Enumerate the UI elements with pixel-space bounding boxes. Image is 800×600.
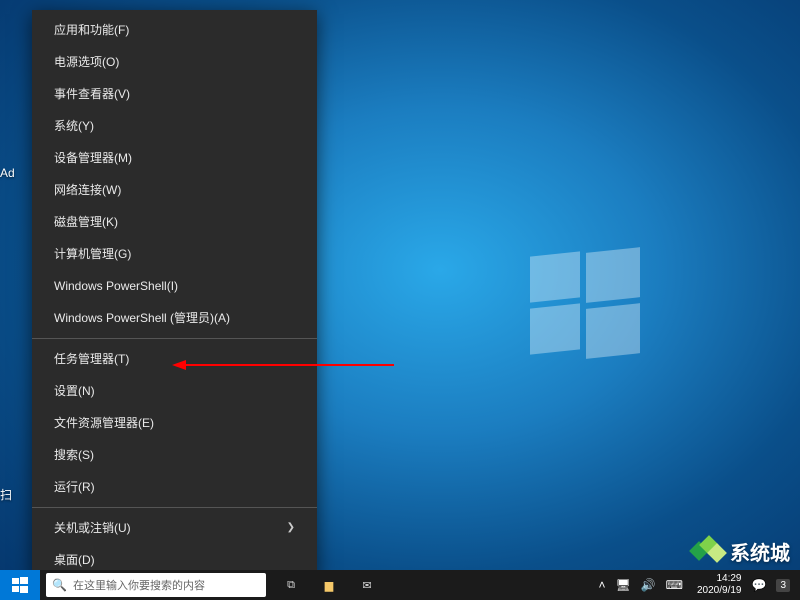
search-placeholder: 在这里输入你要搜索的内容 (73, 577, 205, 593)
watermark-text: 系统城 (730, 537, 790, 566)
taskbar-app-mail[interactable]: ✉ (348, 570, 386, 600)
menu-device-manager[interactable]: 设备管理器(M) (32, 142, 317, 174)
menu-label: 应用和功能(F) (54, 22, 129, 38)
tray-network-icon[interactable]: 🖥 (615, 578, 630, 592)
clock-time: 14:29 (697, 573, 742, 585)
taskbar-tray: ˄ 🖥 🔊 ⌨ 14:29 2020/9/19 💬 3 (598, 570, 800, 600)
menu-label: 计算机管理(G) (54, 246, 131, 262)
menu-power-options[interactable]: 电源选项(O) (32, 46, 317, 78)
watermark-logo-icon (690, 536, 724, 566)
search-icon: 🔍 (52, 578, 67, 592)
menu-powershell-admin[interactable]: Windows PowerShell (管理员)(A) (32, 302, 317, 334)
menu-system[interactable]: 系统(Y) (32, 110, 317, 142)
desktop-icon-label-partial-2: 扫 (0, 486, 12, 503)
watermark: 系统城 (690, 536, 790, 566)
desktop-icon-label-partial-1: Ad (0, 166, 15, 180)
menu-label: 设置(N) (54, 383, 95, 399)
taskbar-clock[interactable]: 14:29 2020/9/19 (693, 573, 742, 597)
windows-logo-wallpaper (530, 250, 640, 360)
taskbar-app-explorer[interactable]: ▆ (310, 570, 348, 600)
taskbar: 🔍 在这里输入你要搜索的内容 ⧉ ▆ ✉ ˄ 🖥 🔊 ⌨ 14:29 2020/… (0, 570, 800, 600)
menu-label: Windows PowerShell(I) (54, 278, 178, 294)
menu-apps-and-features[interactable]: 应用和功能(F) (32, 14, 317, 46)
menu-label: 磁盘管理(K) (54, 214, 118, 230)
windows-icon (12, 577, 28, 593)
menu-label: 运行(R) (54, 479, 95, 495)
menu-label: 任务管理器(T) (54, 351, 129, 367)
menu-task-manager[interactable]: 任务管理器(T) (32, 343, 317, 375)
menu-label: 关机或注销(U) (54, 520, 131, 536)
start-button[interactable] (0, 570, 40, 600)
menu-label: 事件查看器(V) (54, 86, 130, 102)
menu-label: 文件资源管理器(E) (54, 415, 154, 431)
menu-label: 网络连接(W) (54, 182, 121, 198)
menu-settings[interactable]: 设置(N) (32, 375, 317, 407)
mail-icon: ✉ (362, 579, 371, 592)
menu-label: 系统(Y) (54, 118, 94, 134)
menu-search[interactable]: 搜索(S) (32, 439, 317, 471)
task-view-button[interactable]: ⧉ (272, 570, 310, 600)
menu-label: 搜索(S) (54, 447, 94, 463)
desktop: Ad 扫 应用和功能(F) 电源选项(O) 事件查看器(V) 系统(Y) 设备管… (0, 0, 800, 600)
menu-label: Windows PowerShell (管理员)(A) (54, 310, 230, 326)
folder-icon: ▆ (325, 579, 333, 592)
menu-event-viewer[interactable]: 事件查看器(V) (32, 78, 317, 110)
menu-label: 桌面(D) (54, 552, 95, 568)
winx-context-menu: 应用和功能(F) 电源选项(O) 事件查看器(V) 系统(Y) 设备管理器(M)… (32, 10, 317, 580)
menu-run[interactable]: 运行(R) (32, 471, 317, 503)
taskbar-left: 🔍 在这里输入你要搜索的内容 ⧉ ▆ ✉ (0, 570, 386, 600)
clock-date: 2020/9/19 (697, 585, 742, 597)
menu-label: 电源选项(O) (54, 54, 119, 70)
menu-separator (32, 507, 317, 508)
tray-volume-icon[interactable]: 🔊 (641, 578, 656, 592)
menu-label: 设备管理器(M) (54, 150, 132, 166)
menu-computer-management[interactable]: 计算机管理(G) (32, 238, 317, 270)
menu-shutdown-signout[interactable]: 关机或注销(U) ❯ (32, 512, 317, 544)
task-view-icon: ⧉ (287, 579, 295, 592)
ime-indicator-badge[interactable]: 3 (776, 579, 790, 592)
action-center-icon[interactable]: 💬 (751, 578, 766, 592)
taskbar-search[interactable]: 🔍 在这里输入你要搜索的内容 (46, 573, 266, 597)
menu-powershell[interactable]: Windows PowerShell(I) (32, 270, 317, 302)
tray-chevron-up-icon[interactable]: ˄ (598, 578, 605, 592)
chevron-right-icon: ❯ (287, 520, 295, 536)
menu-disk-management[interactable]: 磁盘管理(K) (32, 206, 317, 238)
tray-ime-icon[interactable]: ⌨ (666, 578, 683, 592)
menu-separator (32, 338, 317, 339)
menu-network-connections[interactable]: 网络连接(W) (32, 174, 317, 206)
menu-file-explorer[interactable]: 文件资源管理器(E) (32, 407, 317, 439)
